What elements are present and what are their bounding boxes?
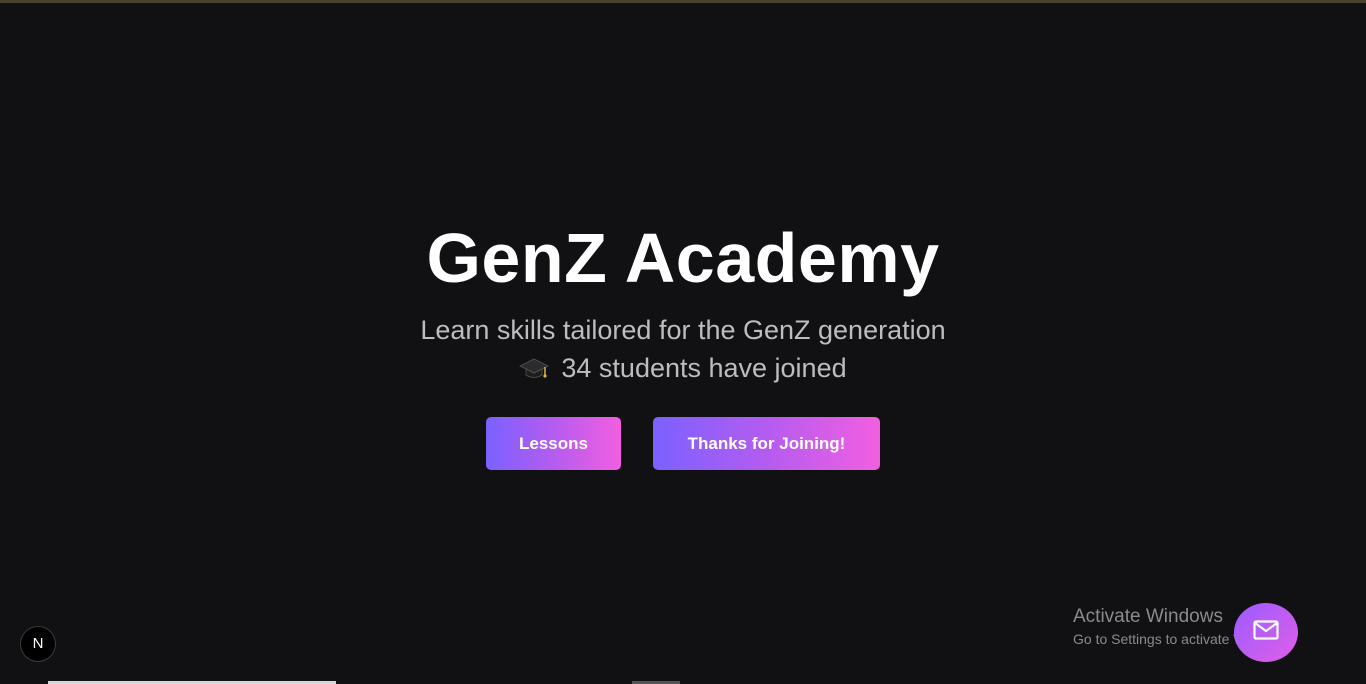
top-border xyxy=(0,0,1366,3)
mail-icon xyxy=(1253,620,1279,645)
students-joined: 34 students have joined xyxy=(0,351,1366,389)
thanks-for-joining-button[interactable]: Thanks for Joining! xyxy=(653,417,880,470)
contact-button[interactable] xyxy=(1234,603,1298,662)
lessons-button[interactable]: Lessons xyxy=(486,417,621,470)
graduation-cap-icon xyxy=(519,355,550,389)
page-title: GenZ Academy xyxy=(426,219,940,297)
dev-tools-badge[interactable]: N xyxy=(20,626,56,662)
hero-subtitle: Learn skills tailored for the GenZ gener… xyxy=(420,315,946,345)
students-joined-text: 34 students have joined xyxy=(561,353,847,383)
